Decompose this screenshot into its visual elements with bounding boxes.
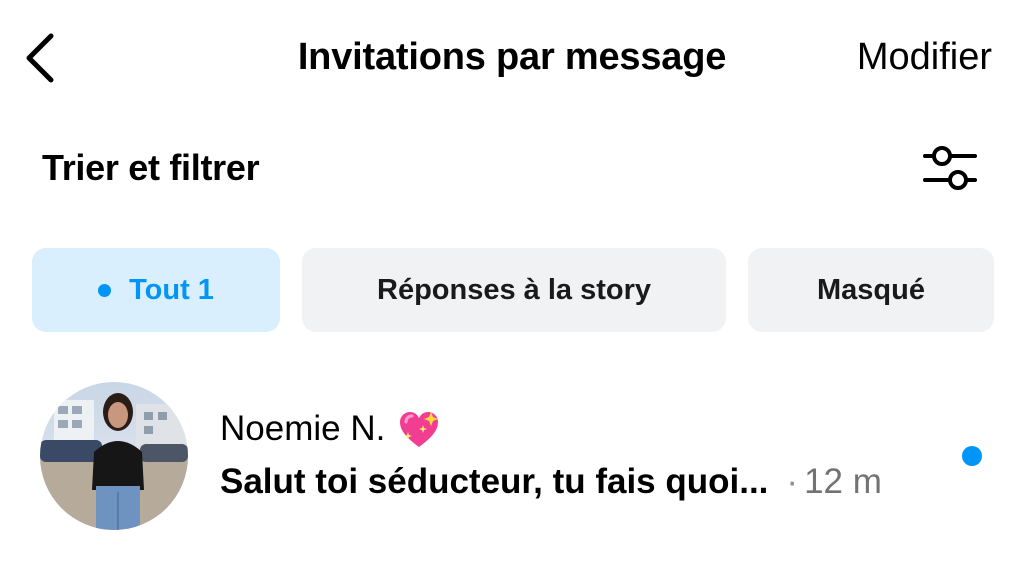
tab-hidden-label: Masqué [817,273,925,306]
tab-story-replies[interactable]: Réponses à la story [302,248,726,332]
sender-name: Noemie N. [220,408,441,450]
tab-all-label: Tout 1 [129,273,214,306]
sort-filter-row: Trier et filtrer [42,138,980,198]
message-preview-line: Salut toi séducteur, tu fais quoi... · 1… [220,462,882,502]
filter-tabs: Tout 1 Réponses à la story Masqué [32,248,994,332]
tab-story-replies-label: Réponses à la story [377,273,651,306]
separator: · [786,462,799,501]
message-timestamp: 12 m [804,462,882,501]
filter-button[interactable] [920,138,980,198]
message-request-row[interactable]: Noemie N. Salut toi séducteur, tu fais q… [40,382,1000,532]
sender-name-text: Noemie N. [220,409,386,448]
tab-all[interactable]: Tout 1 [32,248,280,332]
top-bar: Invitations par message Modifier [0,0,1024,118]
edit-button[interactable]: Modifier [857,36,992,79]
unread-dot-icon [962,446,982,466]
avatar[interactable] [40,382,188,530]
active-dot-icon [98,283,112,297]
sliders-icon [923,146,977,190]
sparkling-heart-icon [400,412,439,447]
message-preview: Salut toi séducteur, tu fais quoi... [220,462,769,501]
sort-filter-label: Trier et filtrer [42,147,260,188]
tab-hidden[interactable]: Masqué [748,248,994,332]
